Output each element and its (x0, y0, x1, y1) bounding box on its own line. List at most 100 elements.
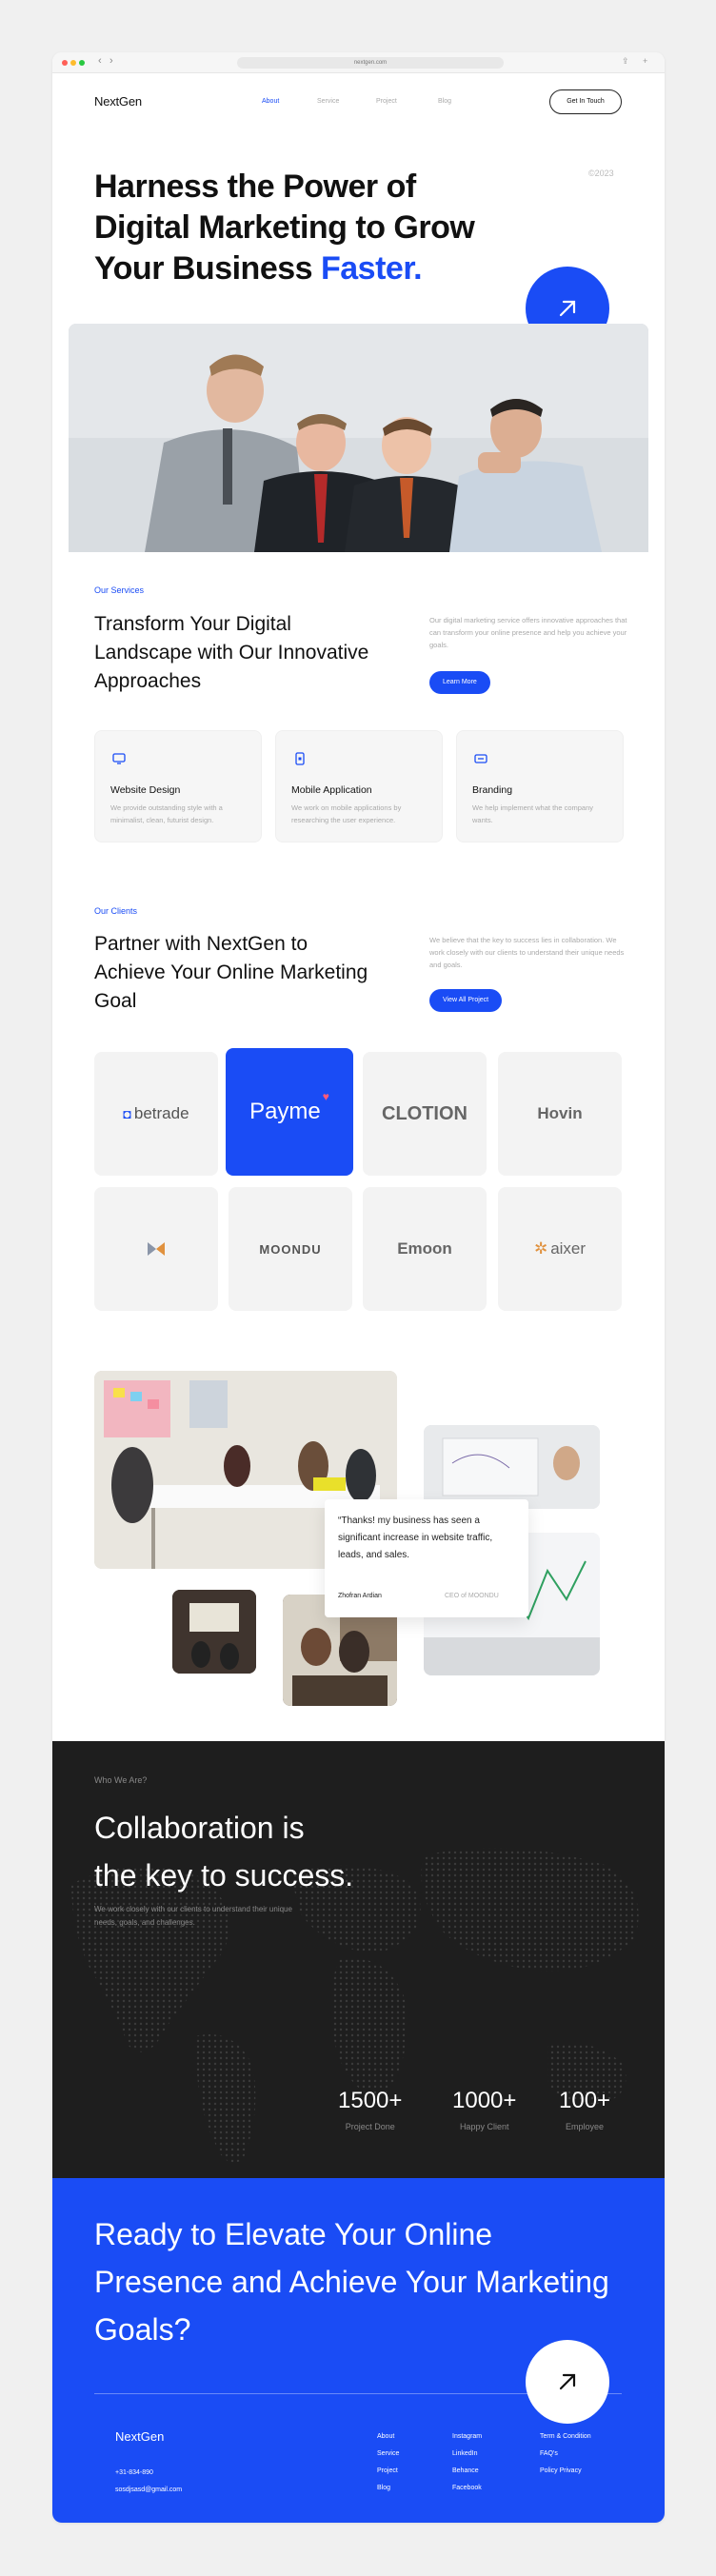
payme-heart-icon: ♥ (322, 1090, 329, 1103)
client-logo-emoon[interactable]: Emoon (363, 1187, 487, 1311)
client-logo-hovin[interactable]: Hovin (498, 1052, 622, 1176)
learn-more-button[interactable]: Learn More (429, 671, 490, 694)
browser-window: ‹ › nextgen.com ⇪ + NextGen About Servic… (52, 52, 665, 2523)
footer-link-facebook[interactable]: Facebook (452, 2485, 482, 2491)
stat-value: 1000+ (452, 2088, 517, 2113)
client-logo-text: betrade (133, 1104, 189, 1122)
footer-logo[interactable]: NextGen (115, 2429, 164, 2444)
about-eyebrow: Who We Are? (94, 1775, 148, 1785)
forward-icon[interactable]: › (109, 55, 113, 67)
service-card-title: Website Design (110, 784, 181, 796)
footer-link-linkedin[interactable]: LinkedIn (452, 2450, 477, 2457)
bowtie-logo-icon (148, 1242, 165, 1256)
service-card-mobile-application[interactable]: Mobile Application We work on mobile app… (275, 730, 443, 842)
site-navbar: NextGen About Service Project Blog Get I… (52, 73, 665, 130)
hero-title: Harness the Power of Digital Marketing t… (94, 167, 589, 289)
footer-divider (94, 2393, 622, 2394)
hero-title-line: Digital Marketing to Grow (94, 209, 475, 246)
testimonial-role: CEO of MOONDU (445, 1593, 499, 1599)
whiteboard-photo (424, 1425, 600, 1509)
client-logo-text: Emoon (397, 1239, 452, 1258)
service-card-branding[interactable]: Branding We help implement what the comp… (456, 730, 624, 842)
client-logo-betrade[interactable]: ◘ betrade (94, 1052, 218, 1176)
footer-link-privacy[interactable]: Policy Privacy (540, 2467, 582, 2474)
stat-label: Happy Client (459, 2122, 509, 2131)
footer-link-instagram[interactable]: Instagram (452, 2433, 482, 2440)
services-title: Transform Your Digital Landscape with Ou… (94, 613, 369, 692)
hero-title-line: Your Business (94, 250, 313, 287)
footer-link-about[interactable]: About (377, 2433, 394, 2440)
client-logo-clotion[interactable]: CLOTION (363, 1052, 487, 1176)
hero-team-photo (69, 324, 648, 552)
footer-link-project[interactable]: Project (377, 2467, 398, 2474)
brand-icon (474, 754, 487, 763)
about-title: Collaboration is the key to success. (94, 1804, 437, 1899)
testimonial-author: Zhofran Ardian (338, 1593, 382, 1599)
footer-email[interactable]: sosdjsasd@gmail.com (115, 2487, 182, 2493)
footer-link-terms[interactable]: Term & Condition (540, 2433, 591, 2440)
service-card-title: Branding (472, 784, 513, 796)
hero-title-line: Harness the Power of (94, 168, 416, 205)
stat-employees: 100+ Employee (559, 2088, 610, 2131)
services-eyebrow: Our Services (94, 585, 145, 595)
nav-link-blog[interactable]: Blog (438, 98, 451, 105)
new-tab-icon[interactable]: + (643, 56, 647, 66)
service-card-desc: We work on mobile applications by resear… (291, 803, 402, 824)
stat-projects: 1500+ Project Done (338, 2088, 402, 2131)
client-logo-aixer[interactable]: ✲ aixer (498, 1187, 622, 1311)
footer-link-faq[interactable]: FAQ's (540, 2450, 558, 2457)
clients-description: We believe that the key to success lies … (429, 936, 625, 969)
minimize-window-button[interactable] (70, 60, 76, 66)
clients-eyebrow: Our Clients (94, 906, 138, 916)
nav-link-service[interactable]: Service (317, 98, 339, 105)
arrow-up-right-icon (559, 300, 576, 317)
cta-arrow-button[interactable] (526, 2340, 609, 2424)
footer-link-behance[interactable]: Behance (452, 2467, 479, 2474)
nav-link-project[interactable]: Project (376, 98, 397, 105)
site-logo[interactable]: NextGen (94, 94, 142, 109)
client-logo-text: CLOTION (382, 1102, 467, 1124)
close-window-button[interactable] (62, 60, 68, 66)
footer-phone[interactable]: +31-834-890 (115, 2469, 153, 2476)
share-icon[interactable]: ⇪ (622, 56, 629, 67)
aixer-icon: ✲ (533, 1239, 548, 1258)
mobile-icon (295, 752, 305, 765)
copyright-year: ©2023 (588, 168, 614, 178)
clients-title: Partner with NextGen to Achieve Your Onl… (94, 933, 368, 1012)
hero-title-accent: Faster. (321, 250, 423, 287)
service-card-desc: We provide outstanding style with a mini… (110, 803, 223, 824)
stat-clients: 1000+ Happy Client (452, 2088, 516, 2131)
footer-link-service[interactable]: Service (377, 2450, 399, 2457)
client-logo-text: MOONDU (259, 1241, 322, 1257)
nav-link-about[interactable]: About (262, 98, 279, 105)
testimonial-quote: “Thanks! my business has seen a signific… (338, 1516, 493, 1560)
monitor-icon (112, 753, 126, 764)
client-logo-bowtie[interactable] (94, 1187, 218, 1311)
view-all-project-button[interactable]: View All Project (429, 989, 503, 1012)
service-card-website-design[interactable]: Website Design We provide outstanding st… (94, 730, 262, 842)
footer-link-blog[interactable]: Blog (377, 2485, 390, 2491)
get-in-touch-button[interactable]: Get In Touch (549, 89, 622, 114)
about-title-line: the key to success. (94, 1858, 354, 1892)
client-logo-text: Payme (249, 1099, 321, 1124)
service-card-title: Mobile Application (291, 784, 372, 796)
browser-toolbar: ‹ › nextgen.com ⇪ + (52, 52, 665, 73)
stat-value: 1500+ (338, 2088, 403, 2113)
client-logo-moondu[interactable]: MOONDU (229, 1187, 352, 1311)
service-card-desc: We help implement what the company wants… (472, 803, 594, 824)
about-description: We work closely with our clients to unde… (94, 1905, 292, 1927)
maximize-window-button[interactable] (79, 60, 85, 66)
back-icon[interactable]: ‹ (98, 55, 102, 67)
client-logo-payme[interactable]: Payme ♥ (226, 1048, 353, 1176)
arrow-up-right-icon (559, 2373, 576, 2390)
about-title-line: Collaboration is (94, 1811, 305, 1845)
presentation-room-photo (172, 1590, 256, 1674)
testimonial-card: “Thanks! my business has seen a signific… (325, 1499, 528, 1617)
stat-label: Project Done (345, 2122, 395, 2131)
cta-title: Ready to Elevate Your Online Presence an… (94, 2217, 609, 2347)
address-bar[interactable]: nextgen.com (237, 57, 504, 69)
stat-label: Employee (566, 2122, 605, 2131)
client-logo-text: aixer (550, 1239, 587, 1258)
services-description: Our digital marketing service offers inn… (429, 616, 627, 649)
cta-footer-section: Ready to Elevate Your Online Presence an… (52, 2178, 665, 2523)
